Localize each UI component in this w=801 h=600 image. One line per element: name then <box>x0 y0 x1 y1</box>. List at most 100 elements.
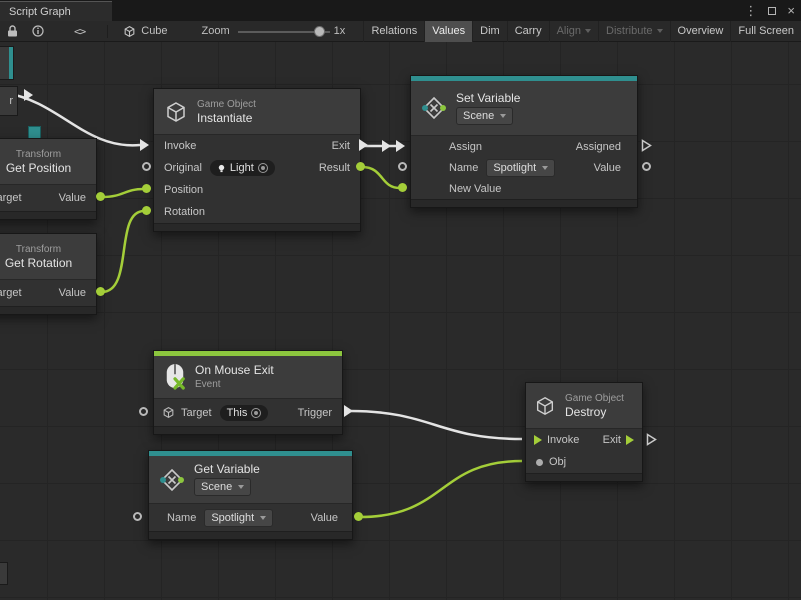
port-label-value: Value <box>594 162 621 174</box>
node-title: Instantiate <box>197 112 256 125</box>
port-get-position-value-out[interactable] <box>96 192 105 201</box>
port-label-name: Name <box>449 162 478 174</box>
chevron-down-icon <box>657 29 663 33</box>
node-footer <box>154 223 360 231</box>
zoom-label: Zoom <box>202 25 230 37</box>
zoom-value: 1x <box>334 25 346 37</box>
node-header: Game Object Instantiate <box>154 89 360 134</box>
cube-icon <box>164 100 188 124</box>
port-label-value: Value <box>311 512 338 524</box>
port-instantiate-exit-out[interactable] <box>359 139 368 151</box>
node-header: Set Variable Scene <box>411 81 637 135</box>
variable-scope-dropdown[interactable]: Scene <box>456 107 513 125</box>
fragment-teal-edge <box>9 47 13 79</box>
mouse-icon <box>164 363 186 391</box>
variable-icon <box>421 95 447 121</box>
object-picker-icon[interactable] <box>251 408 261 418</box>
button-align[interactable]: Align <box>549 21 598 42</box>
port-set-variable-name-in[interactable] <box>398 162 407 171</box>
info-icon[interactable] <box>32 21 44 42</box>
node-category: Transform <box>16 244 61 255</box>
node-get-variable[interactable]: Get Variable Scene Name Spotlight Value <box>148 450 353 540</box>
port-label-target: Target <box>181 407 212 419</box>
chevron-down-icon <box>585 29 591 33</box>
node-get-rotation[interactable]: Transform Get Rotation Target Value <box>0 233 97 315</box>
toolbar-buttons: Relations Values Dim Carry Align Distrib… <box>363 21 801 42</box>
port-on-mouse-exit-trigger-out[interactable] <box>344 405 353 417</box>
node-instantiate[interactable]: Game Object Instantiate Invoke Exit Orig… <box>153 88 361 232</box>
node-destroy[interactable]: Game Object Destroy Invoke Exit Obj <box>525 382 643 482</box>
chevron-down-icon <box>238 485 244 489</box>
button-relations[interactable]: Relations <box>363 21 424 42</box>
maximize-icon[interactable] <box>768 7 776 15</box>
port-label-value: Value <box>59 287 86 299</box>
port-row: Target Value <box>0 185 96 211</box>
port-instantiate-rotation-in[interactable] <box>142 206 151 215</box>
port-set-variable-assigned-out[interactable] <box>641 139 652 157</box>
node-footer <box>526 473 642 481</box>
object-field-light[interactable]: Light <box>210 160 275 176</box>
variable-name-value: Spotlight <box>211 512 254 524</box>
port-on-mouse-exit-target-in[interactable] <box>139 407 148 416</box>
node-header: Transform Get Position <box>0 139 96 184</box>
port-instantiate-original-in[interactable] <box>142 162 151 171</box>
node-category: Game Object <box>565 393 624 404</box>
button-carry[interactable]: Carry <box>507 21 549 42</box>
port-label-original: Original <box>164 162 202 174</box>
variable-name-dropdown[interactable]: Spotlight <box>486 159 555 177</box>
port-row: Invoke Exit <box>154 135 360 157</box>
info-icon-glyph <box>32 25 44 37</box>
code-icon[interactable]: <> <box>74 21 85 42</box>
object-field-value: This <box>227 407 248 419</box>
port-get-variable-value-out[interactable] <box>354 512 363 521</box>
node-on-mouse-exit[interactable]: On Mouse Exit Event Target This Trigger <box>153 350 343 435</box>
port-instantiate-position-in[interactable] <box>142 184 151 193</box>
button-overview[interactable]: Overview <box>670 21 731 42</box>
lock-icon[interactable] <box>7 21 18 42</box>
node-fragment-left-port[interactable]: r <box>0 86 18 116</box>
port-row: Original Light Result <box>154 157 360 179</box>
object-picker-icon[interactable] <box>258 163 268 173</box>
lock-icon-glyph <box>7 25 18 37</box>
port-get-rotation-value-out[interactable] <box>96 287 105 296</box>
button-dim[interactable]: Dim <box>472 21 507 42</box>
port-row: Name Spotlight Value <box>411 157 637 178</box>
variable-scope-dropdown[interactable]: Scene <box>194 478 251 496</box>
zoom-slider[interactable] <box>238 21 330 42</box>
port-instantiate-result-out[interactable] <box>356 162 365 171</box>
node-fragment-top-left[interactable] <box>0 46 14 80</box>
port-label-name: Name <box>167 512 196 524</box>
button-distribute[interactable]: Distribute <box>598 21 669 42</box>
fragment-port-label: r <box>9 95 13 107</box>
object-field-this[interactable]: This <box>220 405 269 421</box>
window-menu-icon[interactable]: ⋮ <box>744 4 757 17</box>
port-destroy-exit-out[interactable] <box>646 433 657 451</box>
node-set-variable[interactable]: Set Variable Scene Assign Assigned Name … <box>410 75 638 208</box>
port-set-variable-assign-in[interactable] <box>396 140 405 152</box>
invoke-port-icon[interactable] <box>534 435 542 445</box>
port-offscreen-output[interactable] <box>24 89 33 101</box>
port-label-trigger: Trigger <box>298 407 332 419</box>
close-icon[interactable]: × <box>787 4 795 17</box>
port-set-variable-new-value-in[interactable] <box>398 183 407 192</box>
zoom-slider-knob[interactable] <box>314 26 325 37</box>
tab-script-graph[interactable]: Script Graph <box>0 1 112 21</box>
port-row: Obj <box>526 451 642 473</box>
variable-name-dropdown[interactable]: Spotlight <box>204 509 273 527</box>
node-get-position[interactable]: Transform Get Position Target Value <box>0 138 97 220</box>
node-footer <box>411 199 637 207</box>
button-full-screen[interactable]: Full Screen <box>730 21 801 42</box>
exit-port-icon[interactable] <box>626 435 634 445</box>
node-subtitle: Event <box>195 379 274 390</box>
node-title: On Mouse Exit <box>195 364 274 377</box>
port-set-variable-value-out[interactable] <box>642 162 651 171</box>
node-fragment-bottom-left[interactable] <box>0 562 8 585</box>
button-values[interactable]: Values <box>424 21 472 42</box>
tab-title: Script Graph <box>9 6 71 18</box>
port-instantiate-invoke-in[interactable] <box>140 139 149 151</box>
obj-port-icon[interactable] <box>536 459 543 466</box>
graph-canvas[interactable] <box>0 42 801 600</box>
port-get-variable-name-in[interactable] <box>133 512 142 521</box>
hollow-triangle-icon <box>641 139 652 152</box>
graph-object-field[interactable]: Cube <box>117 21 173 42</box>
